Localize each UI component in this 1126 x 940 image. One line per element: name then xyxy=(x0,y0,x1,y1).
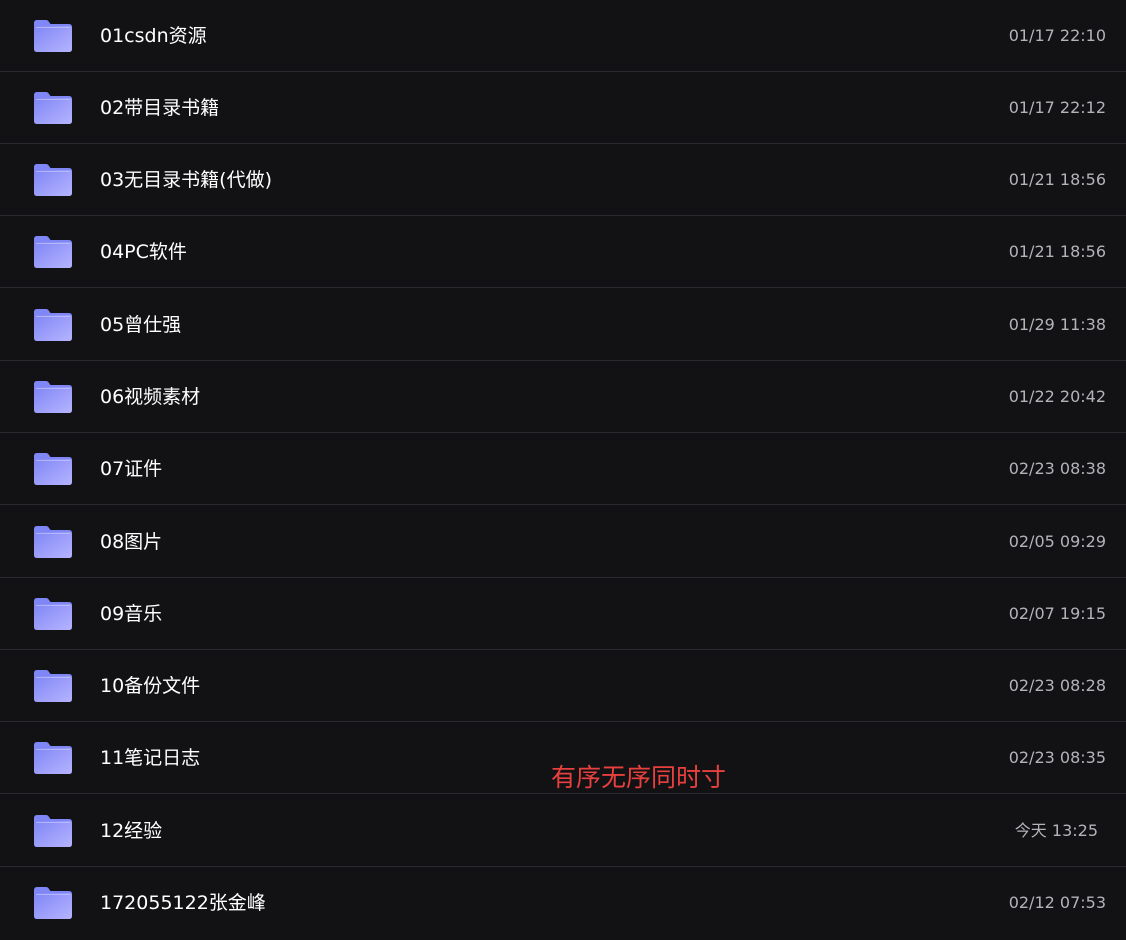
file-name: 12经验 xyxy=(100,820,163,842)
file-name: 01csdn资源 xyxy=(100,25,207,47)
file-name: 03无目录书籍(代做) xyxy=(100,169,273,191)
list-item[interactable]: 172055122张金峰 02/12 07:53 xyxy=(0,867,1126,940)
list-item[interactable]: 06视频素材 01/22 20:42 xyxy=(0,361,1126,433)
file-name: 11笔记日志 xyxy=(100,747,201,769)
folder-icon xyxy=(33,669,73,703)
file-name: 06视频素材 xyxy=(100,386,201,408)
folder-icon xyxy=(33,741,73,775)
file-name: 09音乐 xyxy=(100,603,163,625)
file-name: 05曾仕强 xyxy=(100,314,182,336)
file-name: 08图片 xyxy=(100,531,163,553)
folder-icon xyxy=(33,235,73,269)
modified-time: 01/22 20:42 xyxy=(1008,387,1106,406)
list-item[interactable]: 03无目录书籍(代做) 01/21 18:56 xyxy=(0,144,1126,216)
list-item[interactable]: 02带目录书籍 01/17 22:12 xyxy=(0,72,1126,144)
list-item[interactable]: 08图片 02/05 09:29 xyxy=(0,506,1126,578)
modified-time: 01/17 22:10 xyxy=(1008,26,1106,45)
file-name: 02带目录书籍 xyxy=(100,97,220,119)
list-item[interactable]: 07证件 02/23 08:38 xyxy=(0,433,1126,505)
folder-icon xyxy=(33,91,73,125)
modified-time: 01/17 22:12 xyxy=(1008,98,1106,117)
modified-time: 02/23 08:38 xyxy=(1008,459,1106,478)
folder-icon xyxy=(33,525,73,559)
folder-icon xyxy=(33,814,73,848)
modified-time: 02/23 08:35 xyxy=(1008,748,1106,767)
modified-time: 01/29 11:38 xyxy=(1008,315,1106,334)
list-item[interactable]: 09音乐 02/07 19:15 xyxy=(0,578,1126,650)
modified-time: 02/12 07:53 xyxy=(1008,893,1106,912)
modified-time: 01/21 18:56 xyxy=(1008,242,1106,261)
folder-icon xyxy=(33,452,73,486)
folder-icon xyxy=(33,163,73,197)
file-name: 10备份文件 xyxy=(100,675,201,697)
modified-time: 02/23 08:28 xyxy=(1008,676,1106,695)
folder-icon xyxy=(33,19,73,53)
modified-time: 01/21 18:56 xyxy=(1008,170,1106,189)
file-list: 01csdn资源 01/17 22:10 02带目录书籍 01/17 22:12… xyxy=(0,0,1126,940)
list-item[interactable]: 12经验 今天 13:25 xyxy=(0,795,1126,867)
folder-icon xyxy=(33,886,73,920)
folder-icon xyxy=(33,308,73,342)
list-item[interactable]: 04PC软件 01/21 18:56 xyxy=(0,216,1126,288)
modified-time: 02/05 09:29 xyxy=(1008,532,1106,551)
file-name: 04PC软件 xyxy=(100,241,187,263)
file-name: 07证件 xyxy=(100,458,163,480)
folder-icon xyxy=(33,380,73,414)
folder-icon xyxy=(33,597,73,631)
file-name: 172055122张金峰 xyxy=(100,892,266,914)
list-item[interactable]: 05曾仕强 01/29 11:38 xyxy=(0,289,1126,361)
list-item[interactable]: 01csdn资源 01/17 22:10 xyxy=(0,0,1126,72)
modified-time: 今天 13:25 xyxy=(1014,821,1098,840)
list-item[interactable]: 10备份文件 02/23 08:28 xyxy=(0,650,1126,722)
modified-time: 02/07 19:15 xyxy=(1008,604,1106,623)
annotation-note: 有序无序同时寸 xyxy=(551,763,727,792)
